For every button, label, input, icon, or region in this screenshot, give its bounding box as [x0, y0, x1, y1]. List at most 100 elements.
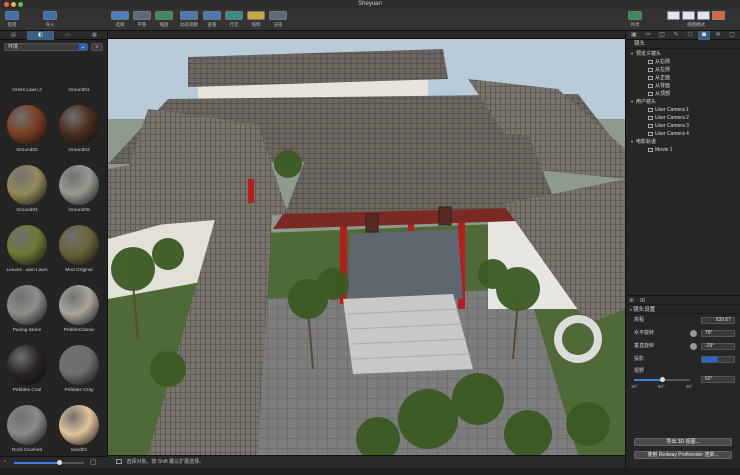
orbit-button[interactable]: 动态观察: [178, 11, 200, 28]
render-button[interactable]: 渲染: [268, 11, 288, 28]
projection-toggle[interactable]: [701, 356, 735, 363]
large-view-icon[interactable]: ▢: [90, 458, 97, 466]
tab-favorites[interactable]: ▦: [81, 31, 108, 40]
material-name: PebbleClassic: [63, 328, 95, 333]
material-tile[interactable]: Pebbles Gray: [54, 345, 104, 408]
tree-camera-item[interactable]: User Camera 2: [626, 114, 740, 122]
small-view-icon[interactable]: ▫: [4, 459, 6, 465]
zoom-button[interactable]: 缩放: [154, 11, 174, 28]
tab-edit-icon[interactable]: ✎: [670, 31, 682, 40]
tab-styles[interactable]: ▭: [54, 31, 81, 40]
tab-object-icon[interactable]: ▣: [628, 31, 640, 40]
slider-thumb[interactable]: [57, 460, 62, 465]
view-split-icon[interactable]: [682, 11, 695, 20]
horizontal-rotation-field[interactable]: 79°: [701, 330, 735, 337]
material-tile[interactable]: Ground03: [54, 105, 104, 168]
zoom-window-button[interactable]: [18, 2, 23, 7]
view-render-icon[interactable]: [712, 11, 725, 20]
vertical-rotation-field[interactable]: -29°: [701, 343, 735, 350]
material-name: Mud Original: [65, 268, 93, 273]
material-tile[interactable]: Ground02: [2, 105, 52, 168]
material-name: Grass Lawn 2: [12, 88, 42, 93]
view-button[interactable]: 查看: [202, 11, 222, 28]
projection-perspective-option[interactable]: [702, 357, 718, 362]
height-field[interactable]: 639.67: [701, 317, 735, 324]
material-tile[interactable]: Leaves...awn Lawn: [2, 225, 52, 288]
lighting-button[interactable]: 照明: [246, 11, 266, 28]
tree-item-label: 用户镜头: [636, 99, 657, 105]
tab-brush-icon[interactable]: ⬡: [684, 31, 696, 40]
material-tile[interactable]: Grass Lawn 2: [2, 45, 52, 108]
material-tile[interactable]: Mud Original: [54, 225, 104, 288]
fov-slider-thumb[interactable]: [660, 377, 665, 382]
material-tile[interactable]: Pebbles Coal: [2, 345, 52, 408]
view-2d-icon[interactable]: [667, 11, 680, 20]
fit-icon[interactable]: ⊞: [640, 297, 645, 304]
height-row: 高程 639.67: [626, 314, 740, 327]
camera-icon: [648, 123, 653, 128]
tree-item-label: 从正面: [655, 75, 671, 81]
walk-button[interactable]: 行走: [224, 11, 244, 28]
tab-materials[interactable]: ◧: [27, 31, 54, 40]
tree-item-label: 预定义镜头: [636, 51, 662, 57]
thumbnail-size-slider[interactable]: [14, 460, 84, 465]
tab-camera-icon[interactable]: ◙: [698, 31, 710, 40]
tree-group[interactable]: ▼ 预定义镜头: [626, 50, 740, 58]
inspector-panel: ▣ ✂ ◫ ✎ ⬡ ◙ ✲ ▢ 镜头 ▼ 预定义镜头 从右侧 从左侧 从正面 从背面 从顶部…: [625, 31, 740, 468]
vertical-rotation-knob[interactable]: [690, 343, 697, 350]
tree-item-label: 电影轨道: [636, 139, 657, 145]
horizontal-rotation-knob[interactable]: [690, 330, 697, 337]
fov-row: 视野: [634, 368, 645, 374]
camera-icon: [648, 83, 653, 88]
fov-slider[interactable]: [634, 377, 690, 382]
view-mode-group[interactable]: 视图模式: [666, 11, 726, 28]
import-button[interactable]: 导入: [42, 11, 58, 28]
material-tile[interactable]: Ground01: [54, 45, 104, 108]
render-with-profirender-button[interactable]: 使用 Redway Profirender 渲染...: [634, 451, 732, 459]
tab-more-icon[interactable]: ▢: [726, 31, 738, 40]
tab-settings-icon[interactable]: ✲: [712, 31, 724, 40]
export-3d-view-button[interactable]: 导出 3D 视图...: [634, 438, 732, 446]
close-window-button[interactable]: [4, 2, 9, 7]
tree-camera-item[interactable]: 从左侧: [626, 66, 740, 74]
guide-button[interactable]: 指南: [4, 11, 20, 28]
share-icon: [628, 11, 642, 20]
tree-camera-item[interactable]: 从右侧: [626, 58, 740, 66]
material-tile[interactable]: PebbleClassic: [54, 285, 104, 348]
share-button[interactable]: 共享: [626, 11, 644, 28]
tree-camera-item[interactable]: 从正面: [626, 74, 740, 82]
tree-camera-item[interactable]: User Camera 4: [626, 130, 740, 138]
3d-viewport[interactable]: [108, 39, 625, 455]
tree-camera-item[interactable]: User Camera 3: [626, 122, 740, 130]
courtyard-scene[interactable]: [108, 39, 625, 455]
minimize-window-button[interactable]: [11, 2, 16, 7]
tree-camera-item[interactable]: User Camera 1: [626, 106, 740, 114]
fov-control: 60° 30° 60° 90°: [626, 376, 740, 392]
tree-group[interactable]: ▼ 用户镜头: [626, 98, 740, 106]
projection-ortho-option[interactable]: [718, 357, 734, 362]
status-bar: 选择对象。按 Shift 键以扩展选择。: [108, 455, 625, 468]
pan-button[interactable]: 平移: [132, 11, 152, 28]
tab-layers-icon[interactable]: ◫: [656, 31, 668, 40]
camera-icon: [648, 131, 653, 136]
vertical-rotation-row: 垂直旋转 -29°: [626, 340, 740, 353]
zoom-in-icon[interactable]: ⊕: [629, 297, 634, 304]
material-name: Leaves...awn Lawn: [6, 268, 48, 273]
material-tile[interactable]: Ground05: [54, 165, 104, 228]
material-name: Sand01: [70, 448, 88, 453]
material-tile[interactable]: Paving Stone: [2, 285, 52, 348]
tree-item-label: 从左侧: [655, 67, 671, 73]
tab-cut-icon[interactable]: ✂: [642, 31, 654, 40]
select-button[interactable]: 选择: [110, 11, 130, 28]
view-3d-icon[interactable]: [697, 11, 710, 20]
tree-group[interactable]: ▼ 电影轨道: [626, 138, 740, 146]
window-title: Sheyuan: [358, 1, 382, 7]
tree-camera-item[interactable]: 从背面: [626, 82, 740, 90]
camera-icon: [648, 67, 653, 72]
tree-camera-item[interactable]: 从顶部: [626, 90, 740, 98]
zoom-icon: [155, 11, 173, 20]
tab-catalog[interactable]: ▤: [0, 31, 27, 40]
fov-field[interactable]: 60°: [701, 376, 735, 383]
tree-camera-item[interactable]: Movie 1: [626, 146, 740, 154]
material-tile[interactable]: Ground04: [2, 165, 52, 228]
